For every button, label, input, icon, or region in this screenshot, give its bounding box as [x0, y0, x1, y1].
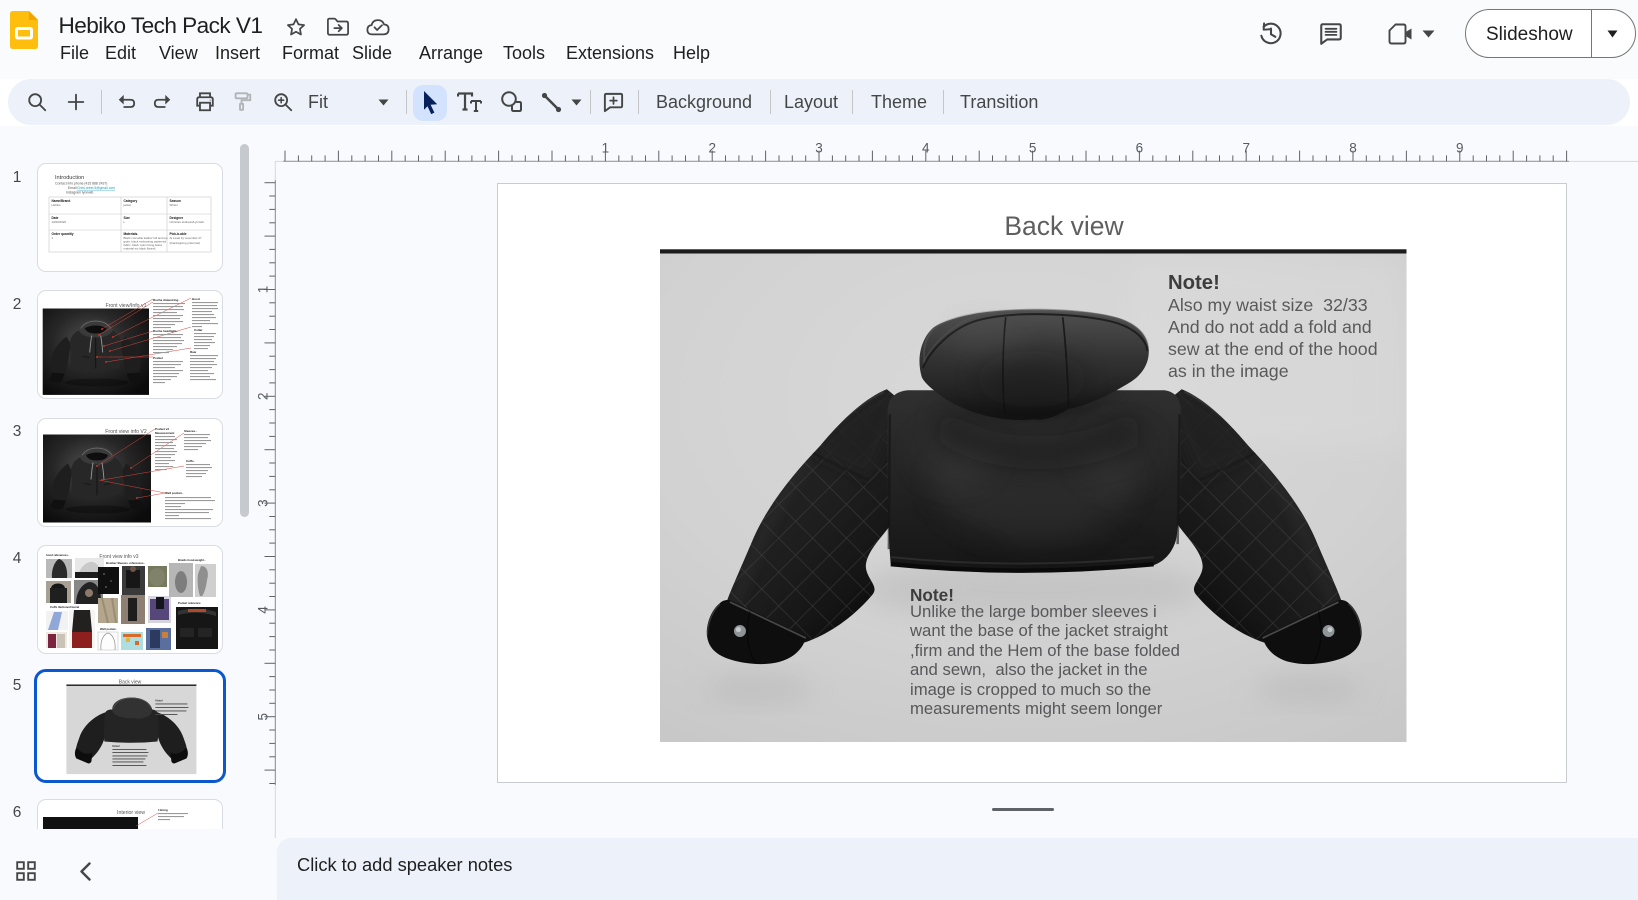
svg-text:2: 2: [708, 141, 716, 156]
svg-text:7: 7: [1242, 141, 1250, 156]
svg-text:jacket: jacket: [123, 203, 132, 207]
svg-text:Rocha headlight..: Rocha headlight..: [153, 329, 178, 333]
svg-text:Well pocket..: Well pocket..: [100, 627, 117, 631]
svg-text:Chris.rebel.5@gmail.com: Chris.rebel.5@gmail.com: [77, 186, 115, 190]
svg-text:Sleeves..: Sleeves..: [184, 429, 197, 433]
svg-text:Cuffs.: Cuffs.: [186, 459, 195, 463]
svg-text:Instagram lynnwill.: Instagram lynnwill.: [66, 191, 94, 195]
svg-text:Christian andrews/Lynnwill.: Christian andrews/Lynnwill.: [170, 220, 205, 224]
svg-text:Well pocket..: Well pocket..: [165, 491, 183, 495]
svg-text:Introduction: Introduction: [55, 175, 84, 181]
svg-text:Pocket reference: Pocket reference: [178, 601, 201, 605]
svg-text:material etc black flannel,: material etc black flannel,: [124, 247, 157, 251]
svg-text:Interior view: Interior view: [117, 810, 145, 816]
svg-text:Rocha drawstring: Rocha drawstring: [153, 298, 179, 302]
svg-text:At Least by november 27: At Least by november 27: [170, 236, 203, 240]
svg-text:Front view info v3: Front view info v3: [99, 554, 138, 560]
svg-text:Pocket: Pocket: [153, 356, 163, 360]
svg-text:(thanksgiving preferred): (thanksgiving preferred): [170, 241, 201, 245]
svg-text:8: 8: [1349, 141, 1357, 156]
svg-text:L: L: [124, 220, 126, 224]
svg-text:Email: Email: [68, 186, 77, 190]
svg-text:Contact info phone (415 888 2: Contact info phone (415 888 2437): [55, 182, 107, 186]
svg-text:Hood: Hood: [192, 297, 200, 301]
svg-text:Front view info V2: Front view info V2: [105, 429, 147, 435]
svg-text:Front view/Info v1: Front view/Info v1: [106, 303, 147, 309]
svg-text:Hebiko: Hebiko: [52, 203, 61, 207]
svg-text:10/20/2025: 10/20/2025: [52, 220, 67, 224]
svg-text:Cuffs /buttoned barrel: Cuffs /buttoned barrel: [50, 605, 79, 609]
svg-text:1: 1: [602, 141, 610, 156]
svg-text:1: 1: [52, 236, 54, 240]
svg-text:Measurement: Measurement: [155, 431, 174, 435]
svg-text:Bomber Sleeves. references..: Bomber Sleeves. references..: [106, 561, 145, 565]
svg-text:Order quantity: Order quantity: [52, 232, 74, 236]
svg-text:Winter: Winter: [170, 203, 178, 207]
svg-text:4: 4: [922, 141, 930, 156]
svg-text:9: 9: [1456, 141, 1464, 156]
svg-text:3: 3: [815, 141, 823, 156]
svg-text:5: 5: [1029, 141, 1037, 156]
svg-text:Raw: Raw: [190, 350, 197, 354]
svg-text:I lining: I lining: [158, 808, 168, 812]
svg-text:hood references..: hood references..: [46, 553, 70, 557]
svg-text:6: 6: [1136, 141, 1144, 156]
svg-text:Braids hood.weight..: Braids hood.weight..: [178, 558, 206, 562]
svg-text:Collar: Collar: [194, 328, 203, 332]
